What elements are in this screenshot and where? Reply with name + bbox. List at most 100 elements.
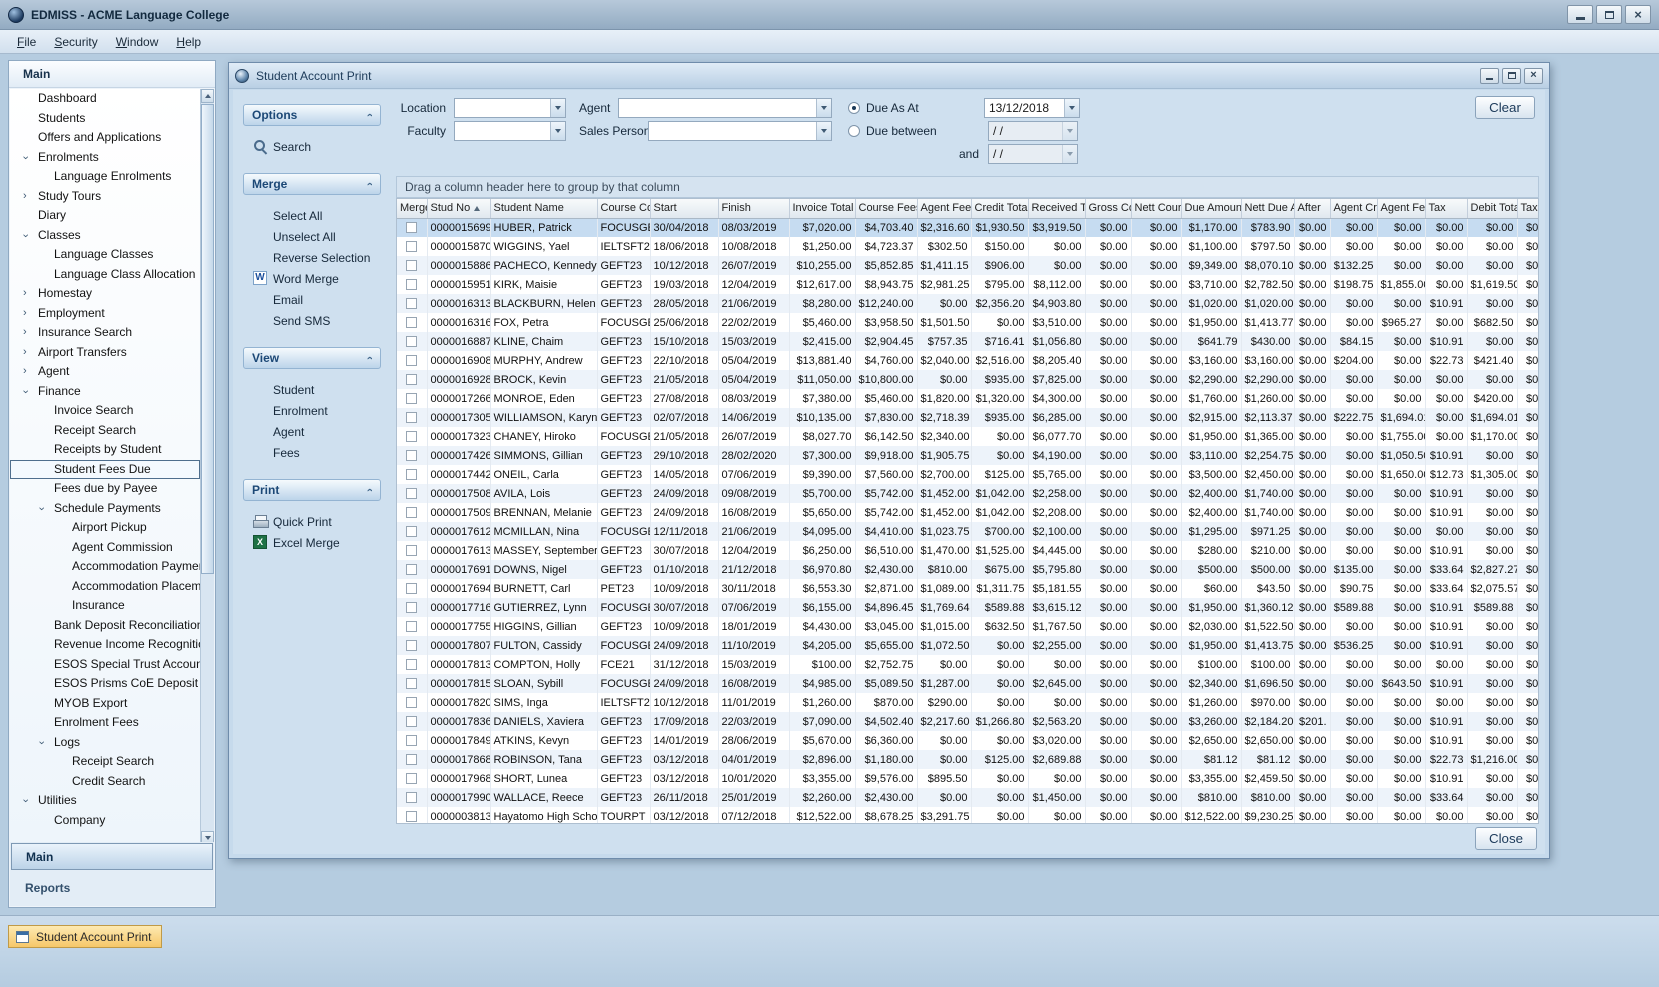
panel-item-search[interactable]: Search — [243, 136, 381, 157]
grid-row[interactable]: 0000017694BURNETT, CarlPET2310/09/201830… — [397, 579, 1539, 598]
child-titlebar[interactable]: Student Account Print × — [229, 63, 1549, 89]
sales-person-dropdown-icon[interactable] — [816, 122, 831, 140]
grid-row[interactable]: 0000016316FOX, PetraFOCUSGEF25/06/201822… — [397, 313, 1539, 332]
merge-checkbox[interactable] — [406, 222, 417, 233]
menu-help[interactable]: Help — [167, 32, 210, 52]
grid-row[interactable]: 0000017755HIGGINS, GillianGEFT2310/09/20… — [397, 617, 1539, 636]
grid-row[interactable]: 0000015870WIGGINS, YaelIELTSFT2018/06/20… — [397, 237, 1539, 256]
sidebar-item-esos-prisms-coe-deposit-export[interactable]: ESOS Prisms CoE Deposit Export — [10, 674, 200, 694]
child-restore-button[interactable] — [1502, 68, 1521, 84]
due-between-from-dropdown-icon[interactable] — [1062, 122, 1077, 140]
sidebar-item-schedule-payments[interactable]: ›Schedule Payments — [10, 499, 200, 519]
sidebar-item-credit-search[interactable]: Credit Search — [10, 772, 200, 792]
chevron-down-icon[interactable]: › — [31, 740, 51, 744]
dock-splitter[interactable] — [219, 470, 223, 500]
sidebar-item-employment[interactable]: ›Employment — [10, 304, 200, 324]
sidebar-scrollbar[interactable] — [200, 89, 214, 845]
close-window-button[interactable]: × — [1625, 5, 1651, 24]
grid-row[interactable]: 0000015699HUBER, PatrickFOCUSGEF30/04/20… — [397, 218, 1539, 237]
grid-row[interactable]: 0000017509BRENNAN, MelanieGEFT2324/09/20… — [397, 503, 1539, 522]
col-header-stud-no[interactable]: Stud No — [427, 199, 490, 218]
merge-checkbox[interactable] — [406, 393, 417, 404]
due-between-to-dropdown-icon[interactable] — [1062, 145, 1077, 163]
col-header-received-t[interactable]: Received T — [1028, 199, 1085, 218]
sidebar-item-receipts-by-student[interactable]: Receipts by Student — [10, 440, 200, 460]
sidebar-item-agent[interactable]: ›Agent — [10, 362, 200, 382]
col-header-course-fees[interactable]: Course Fees — [855, 199, 917, 218]
sidebar-item-receipt-search[interactable]: Receipt Search — [10, 421, 200, 441]
sidebar-item-finance[interactable]: ›Finance — [10, 382, 200, 402]
panel-item-agent[interactable]: Agent — [243, 421, 381, 442]
chevron-down-icon[interactable]: › — [15, 799, 35, 803]
grid-row[interactable]: 0000017266MONROE, EdenGEFT2327/08/201808… — [397, 389, 1539, 408]
merge-checkbox[interactable] — [406, 260, 417, 271]
panel-item-reverse-selection[interactable]: Reverse Selection — [243, 247, 381, 268]
merge-checkbox[interactable] — [406, 792, 417, 803]
grid-row[interactable]: 0000016887KLINE, ChaimGEFT2315/10/201815… — [397, 332, 1539, 351]
panel-item-email[interactable]: Email — [243, 289, 381, 310]
sidebar-item-receipt-search[interactable]: Receipt Search — [10, 752, 200, 772]
child-close-button[interactable]: × — [1524, 68, 1543, 84]
sales-person-select[interactable] — [648, 121, 832, 141]
grid-row[interactable]: 0000017323CHANEY, HirokoFOCUSGEF21/05/20… — [397, 427, 1539, 446]
menu-window[interactable]: Window — [107, 32, 168, 52]
merge-checkbox[interactable] — [406, 355, 417, 366]
agent-dropdown-icon[interactable] — [816, 99, 831, 117]
due-as-at-radio[interactable] — [848, 102, 860, 114]
sidebar-item-company[interactable]: Company — [10, 811, 200, 831]
merge-checkbox[interactable] — [406, 602, 417, 613]
due-as-at-dropdown-icon[interactable] — [1064, 99, 1079, 117]
grid-row[interactable]: 0000017716GUTIERREZ, LynnFOCUSGEF30/07/2… — [397, 598, 1539, 617]
merge-checkbox[interactable] — [406, 621, 417, 632]
sidebar-item-utilities[interactable]: ›Utilities — [10, 791, 200, 811]
menu-security[interactable]: Security — [45, 32, 106, 52]
sidebar-item-insurance[interactable]: Insurance — [10, 596, 200, 616]
chevron-down-icon[interactable]: › — [15, 389, 35, 393]
sidebar-item-invoice-search[interactable]: Invoice Search — [10, 401, 200, 421]
panel-item-quick-print[interactable]: Quick Print — [243, 511, 381, 532]
faculty-select[interactable] — [454, 121, 566, 141]
sidebar-item-diary[interactable]: Diary — [10, 206, 200, 226]
grid-row[interactable]: 0000017442ONEIL, CarlaGEFT2314/05/201807… — [397, 465, 1539, 484]
sidebar-item-language-classes[interactable]: Language Classes — [10, 245, 200, 265]
chevron-right-icon[interactable]: › — [23, 187, 27, 207]
main-titlebar[interactable]: EDMISS - ACME Language College × — [0, 0, 1659, 30]
sidebar-item-student-fees-due[interactable]: Student Fees Due — [10, 460, 200, 480]
chevron-right-icon[interactable]: › — [23, 304, 27, 324]
sidebar-item-language-class-allocation[interactable]: Language Class Allocation — [10, 265, 200, 285]
scroll-thumb[interactable] — [201, 104, 214, 574]
sidebar-item-enrolment-fees[interactable]: Enrolment Fees — [10, 713, 200, 733]
merge-checkbox[interactable] — [406, 279, 417, 290]
agent-select[interactable] — [618, 98, 832, 118]
panel-item-word-merge[interactable]: WWord Merge — [243, 268, 381, 289]
col-header-invoice-total[interactable]: Invoice Total — [789, 199, 855, 218]
grid-row[interactable]: 0000017305WILLIAMSON, KarynGEFT2302/07/2… — [397, 408, 1539, 427]
panel-header-print[interactable]: Print› — [243, 479, 381, 501]
sidebar-item-offers-and-applications[interactable]: Offers and Applications — [10, 128, 200, 148]
merge-checkbox[interactable] — [406, 583, 417, 594]
merge-checkbox[interactable] — [406, 640, 417, 651]
col-header-debit-tota[interactable]: Debit Tota — [1467, 199, 1517, 218]
group-by-bar[interactable]: Drag a column header here to group by th… — [396, 176, 1539, 198]
panel-item-fees[interactable]: Fees — [243, 442, 381, 463]
sidebar-item-esos-special-trust-account[interactable]: ESOS Special Trust Account — [10, 655, 200, 675]
nav-group-main[interactable]: Main — [11, 843, 213, 870]
grid-row[interactable]: 0000016908MURPHY, AndrewGEFT2322/10/2018… — [397, 351, 1539, 370]
sidebar-item-agent-commission[interactable]: Agent Commission — [10, 538, 200, 558]
grid-row[interactable]: 0000017426SIMMONS, GillianGEFT2329/10/20… — [397, 446, 1539, 465]
chevron-down-icon[interactable]: › — [15, 155, 35, 159]
sidebar-item-enrolments[interactable]: ›Enrolments — [10, 148, 200, 168]
panel-item-select-all[interactable]: Select All — [243, 205, 381, 226]
panel-item-send-sms[interactable]: Send SMS — [243, 310, 381, 331]
sidebar-item-accommodation-payment[interactable]: Accommodation Payment — [10, 557, 200, 577]
chevron-right-icon[interactable]: › — [23, 284, 27, 304]
panel-header-view[interactable]: View› — [243, 347, 381, 369]
sidebar-item-revenue-income-recognition[interactable]: Revenue Income Recognition — [10, 635, 200, 655]
due-as-at-date[interactable]: 13/12/2018 — [984, 98, 1080, 118]
merge-checkbox[interactable] — [406, 374, 417, 385]
child-minimize-button[interactable] — [1480, 68, 1499, 84]
col-header-due-amount[interactable]: Due Amount — [1181, 199, 1241, 218]
sidebar-item-classes[interactable]: ›Classes — [10, 226, 200, 246]
nav-group-reports[interactable]: Reports — [11, 875, 213, 901]
col-header-tax[interactable]: Tax — [1425, 199, 1467, 218]
